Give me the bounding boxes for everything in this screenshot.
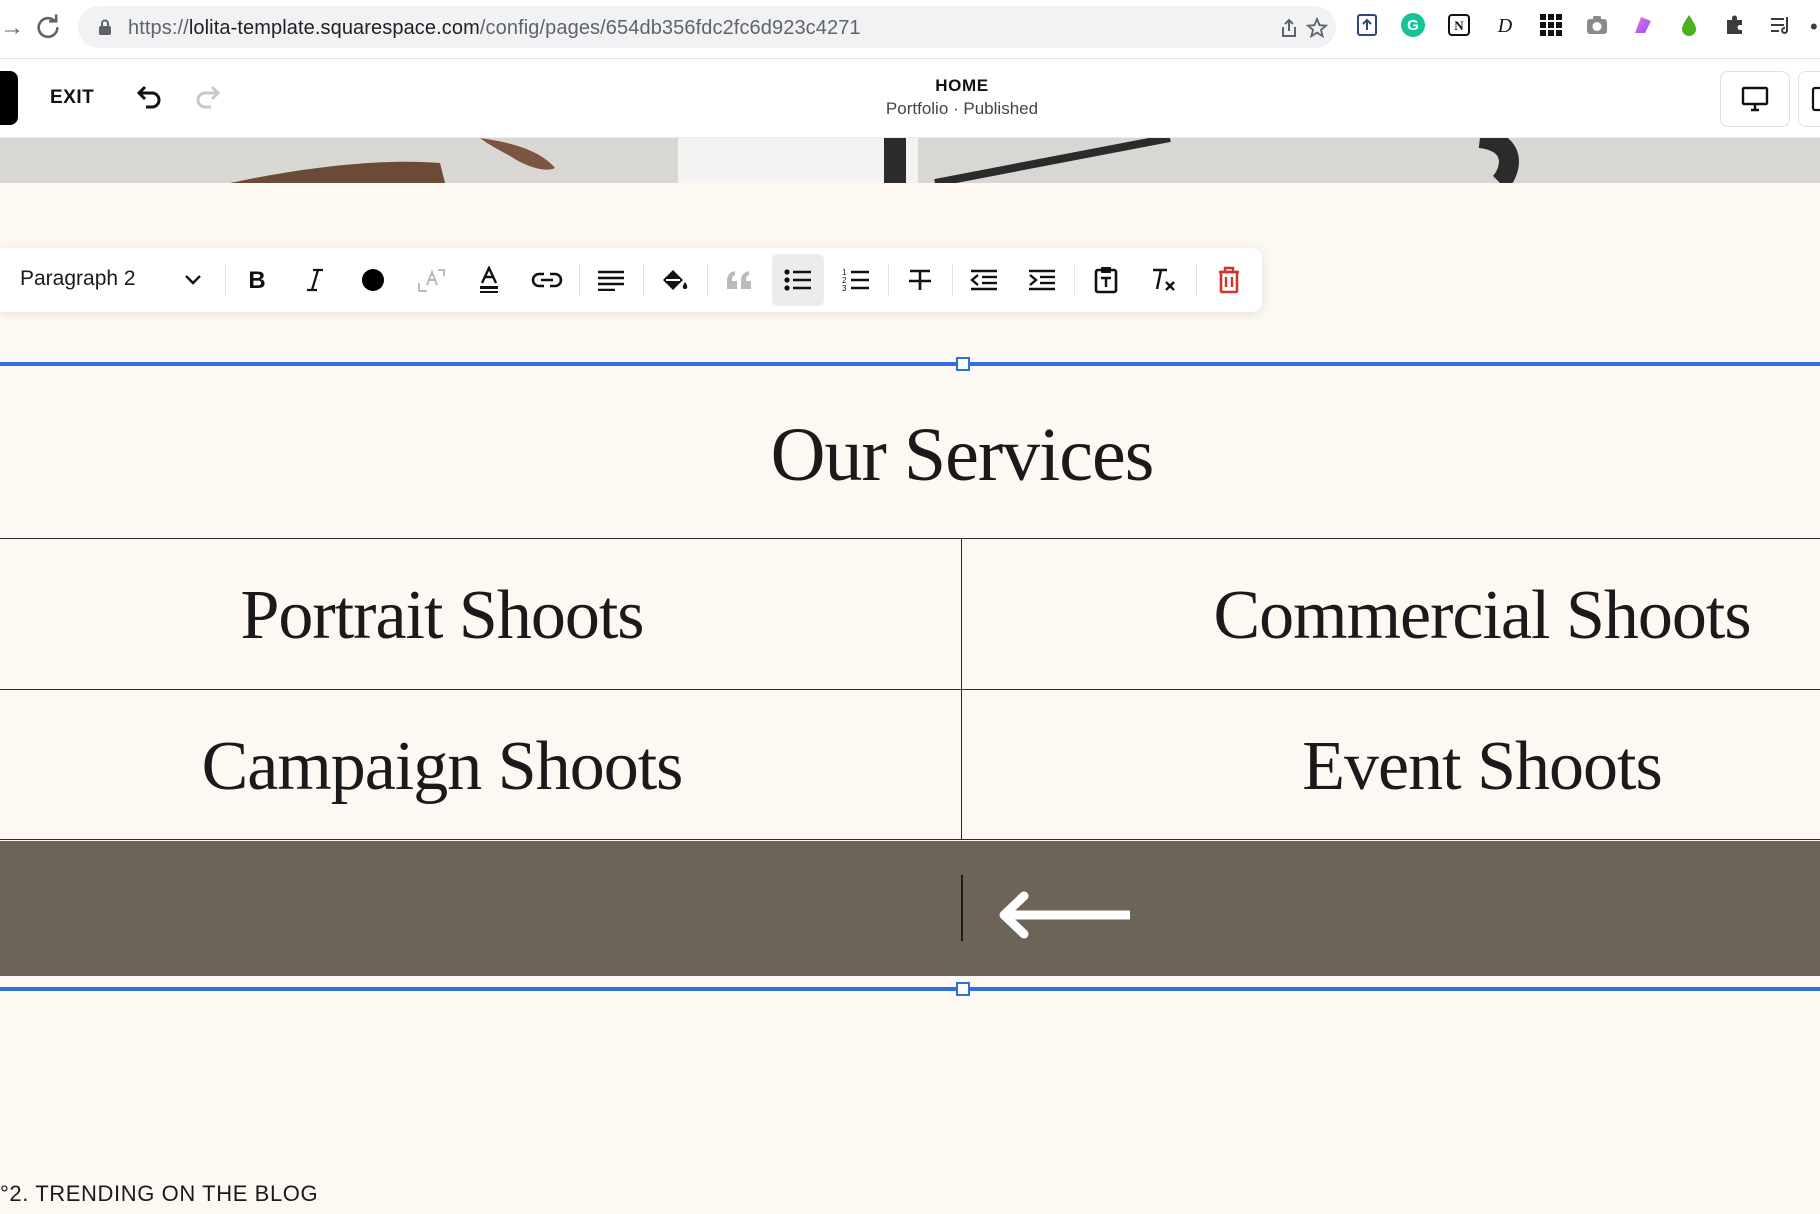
align-button[interactable]: [585, 254, 637, 306]
superscript-icon: [418, 269, 445, 292]
clipboard-icon: [1094, 267, 1118, 294]
paragraph-style-select[interactable]: Paragraph 2: [20, 267, 136, 291]
bulleted-list-button[interactable]: [772, 254, 824, 306]
arrow-left-icon: [999, 891, 1130, 939]
outdent-button[interactable]: [958, 254, 1010, 306]
drop-extension-icon[interactable]: [1674, 10, 1704, 40]
paste-button[interactable]: [1080, 254, 1132, 306]
italic-icon: [307, 268, 323, 292]
desktop-icon: [1741, 86, 1769, 112]
service-portrait-shoots[interactable]: Portrait Shoots: [0, 576, 884, 656]
chevron-down-icon[interactable]: [183, 269, 203, 289]
profile-icon[interactable]: •: [1808, 10, 1820, 40]
section-selection-bottom: [0, 987, 1820, 991]
service-commercial-shoots[interactable]: Commercial Shoots: [1040, 576, 1820, 656]
service-event-shoots[interactable]: Event Shoots: [1040, 727, 1820, 807]
quote-button[interactable]: [713, 254, 765, 306]
trash-icon: [1219, 266, 1239, 294]
strikethrough-button[interactable]: [894, 254, 946, 306]
text-color-button[interactable]: [347, 254, 399, 306]
svg-text:D: D: [1497, 15, 1513, 37]
align-left-icon: [598, 270, 624, 291]
quote-icon: [727, 271, 751, 289]
link-button[interactable]: [521, 254, 573, 306]
grid-apps-icon[interactable]: [1536, 10, 1566, 40]
page-status: Portfolio · Published: [885, 99, 1039, 118]
svg-text:N: N: [1454, 18, 1464, 33]
indent-icon: [1029, 269, 1055, 291]
divider: [0, 689, 1820, 690]
paint-bucket-icon: [663, 270, 688, 290]
divider: [0, 538, 1820, 539]
puzzle-icon[interactable]: [1720, 10, 1750, 40]
hero-image: [0, 138, 1820, 183]
svg-text:3: 3: [842, 284, 847, 293]
page-title: HOME: [935, 76, 989, 95]
clear-format-icon: [1153, 268, 1175, 291]
divider: [0, 839, 1820, 840]
forward-icon[interactable]: →: [0, 14, 24, 42]
svg-text:G: G: [1407, 17, 1419, 34]
highlight-color-button[interactable]: [463, 254, 515, 306]
service-campaign-shoots[interactable]: Campaign Shoots: [0, 727, 884, 807]
text-highlight-icon: [480, 266, 498, 293]
resize-handle-top[interactable]: [956, 357, 970, 371]
url-text: https://lolita-template.squarespace.com/…: [128, 17, 861, 39]
bold-button[interactable]: B: [231, 254, 283, 306]
numbered-list-button[interactable]: 1 2 3: [830, 254, 882, 306]
reading-list-icon[interactable]: [1766, 10, 1796, 40]
notion-icon[interactable]: N: [1444, 10, 1474, 40]
dark-text-block[interactable]: [0, 841, 1820, 976]
blog-section-label: °2. TRENDING ON THE BLOG: [0, 1181, 319, 1206]
color-dot-icon: [362, 269, 384, 291]
editor-header: EXIT HOME Portfolio · Published: [0, 59, 1820, 138]
browser-toolbar: → https://lolita-template.squarespace.co…: [0, 0, 1820, 59]
text-format-toolbar: Paragraph 2 B 1 2 3: [0, 248, 1262, 312]
share-icon[interactable]: [1278, 17, 1300, 39]
resize-handle-bottom[interactable]: [956, 982, 970, 996]
strikethrough-icon: [909, 269, 931, 290]
gradient-extension-icon[interactable]: [1628, 10, 1658, 40]
reload-icon[interactable]: [34, 12, 62, 40]
numbered-list-icon: 1 2 3: [842, 268, 869, 293]
lock-icon: [99, 19, 111, 35]
mobile-icon: [1811, 86, 1820, 112]
desktop-view-button[interactable]: [1720, 71, 1790, 127]
outdent-icon: [970, 269, 997, 291]
column-divider: [961, 538, 962, 840]
d-extension-icon[interactable]: D: [1490, 10, 1520, 40]
address-bar[interactable]: https://lolita-template.squarespace.com/…: [78, 6, 1336, 48]
superscript-button[interactable]: [405, 254, 457, 306]
link-icon: [531, 272, 563, 288]
camera-icon[interactable]: [1582, 10, 1612, 40]
bold-icon: B: [248, 267, 265, 293]
clear-format-button[interactable]: [1138, 254, 1190, 306]
fill-button[interactable]: [649, 254, 701, 306]
delete-block-button[interactable]: [1203, 254, 1255, 306]
services-heading[interactable]: Our Services: [0, 412, 1820, 499]
grammarly-icon[interactable]: G: [1398, 10, 1428, 40]
star-icon[interactable]: [1306, 17, 1328, 39]
upload-extension-icon[interactable]: [1352, 10, 1382, 40]
svg-text:•: •: [1810, 14, 1818, 38]
svg-text:B: B: [248, 267, 265, 293]
section-selection-top: [0, 362, 1820, 366]
italic-button[interactable]: [289, 254, 341, 306]
bulleted-list-icon: [784, 269, 811, 291]
indent-button[interactable]: [1016, 254, 1068, 306]
mobile-view-button[interactable]: [1798, 71, 1820, 127]
text-cursor: [961, 875, 963, 941]
